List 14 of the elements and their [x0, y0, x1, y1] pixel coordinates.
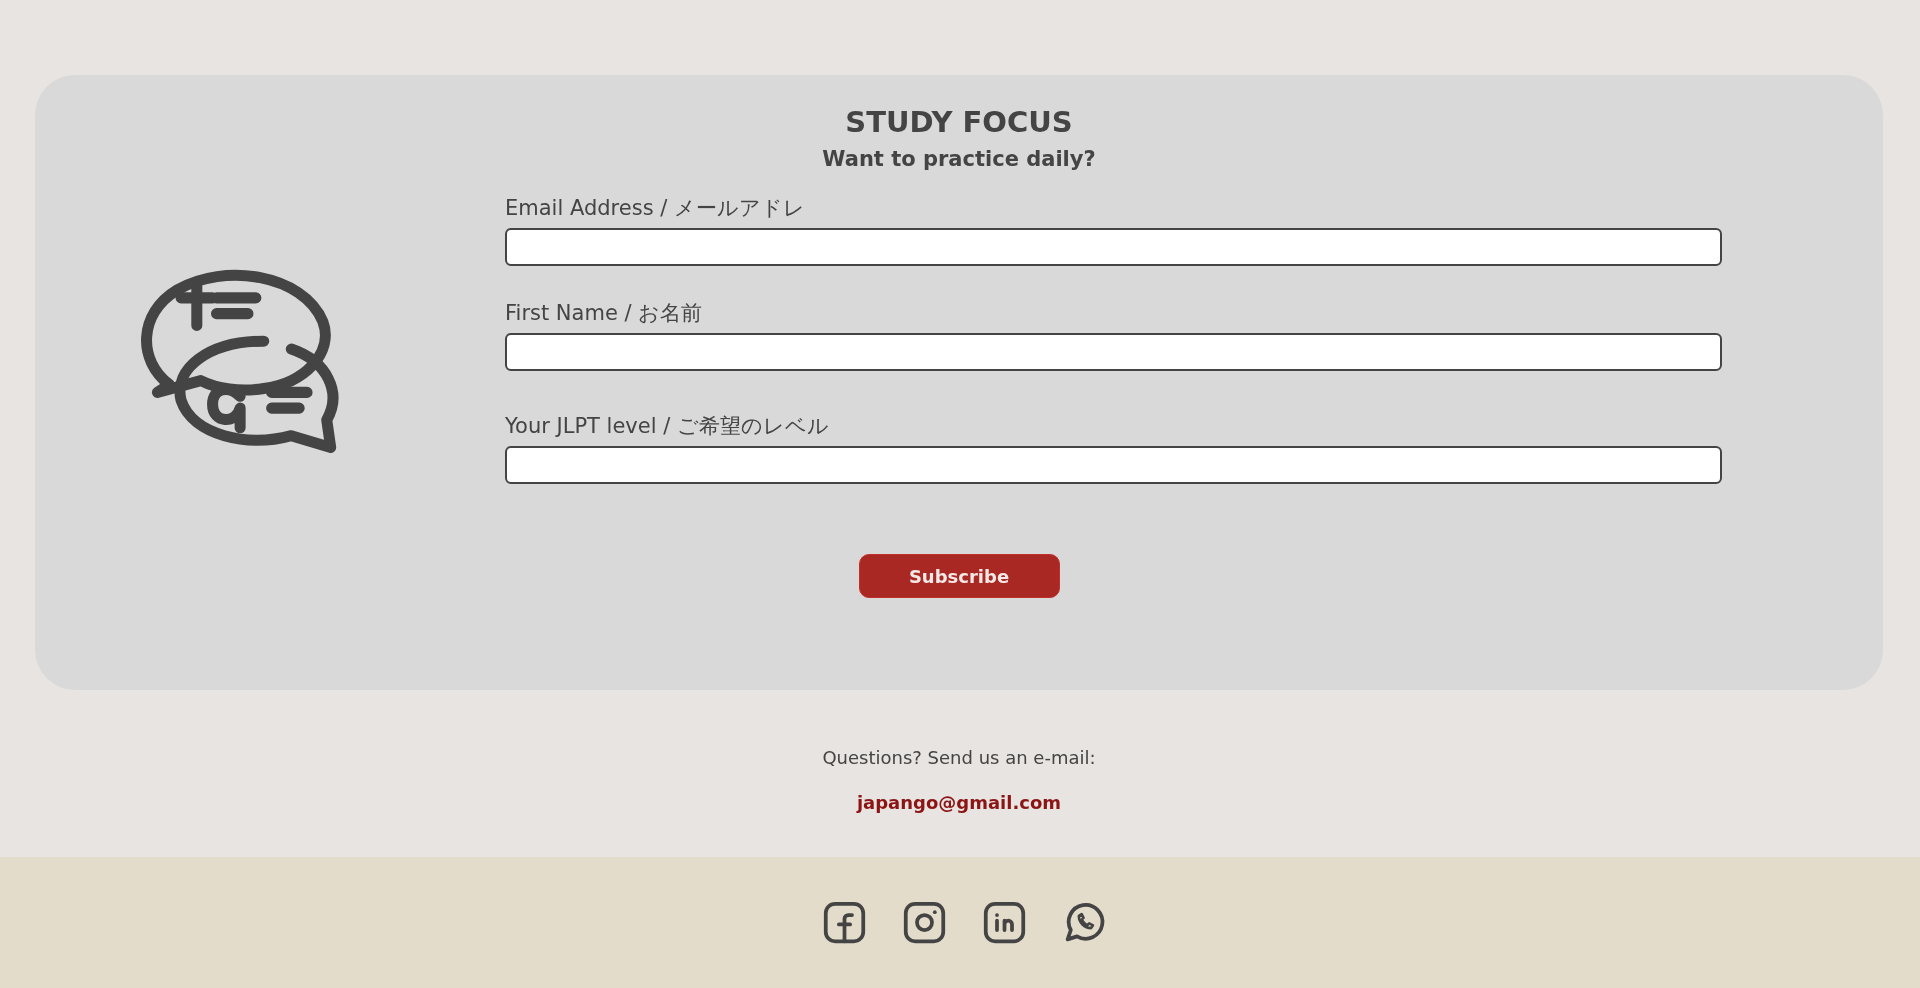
card-subtitle: Want to practice daily? — [822, 145, 1096, 173]
field-label: First Name / お名前 — [505, 300, 704, 327]
input-field[interactable] — [505, 228, 1722, 267]
instagram-icon[interactable] — [901, 900, 947, 945]
contact-text: Questions? Send us an e-mail: — [822, 747, 1096, 768]
email-link[interactable]: japango@gmail.com — [856, 792, 1062, 813]
subscribe-button[interactable]: Subscribe — [858, 554, 1060, 599]
linkedin-icon[interactable] — [981, 900, 1027, 945]
input-field[interactable] — [505, 333, 1722, 372]
input-field[interactable] — [505, 446, 1722, 485]
field-label: Your JLPT level / ご希望のレベル — [505, 413, 830, 440]
card-title: STUDY FOCUS — [845, 105, 1073, 140]
facebook-icon[interactable] — [821, 900, 867, 945]
field-label: Email Address / メールアドレ — [505, 195, 806, 222]
